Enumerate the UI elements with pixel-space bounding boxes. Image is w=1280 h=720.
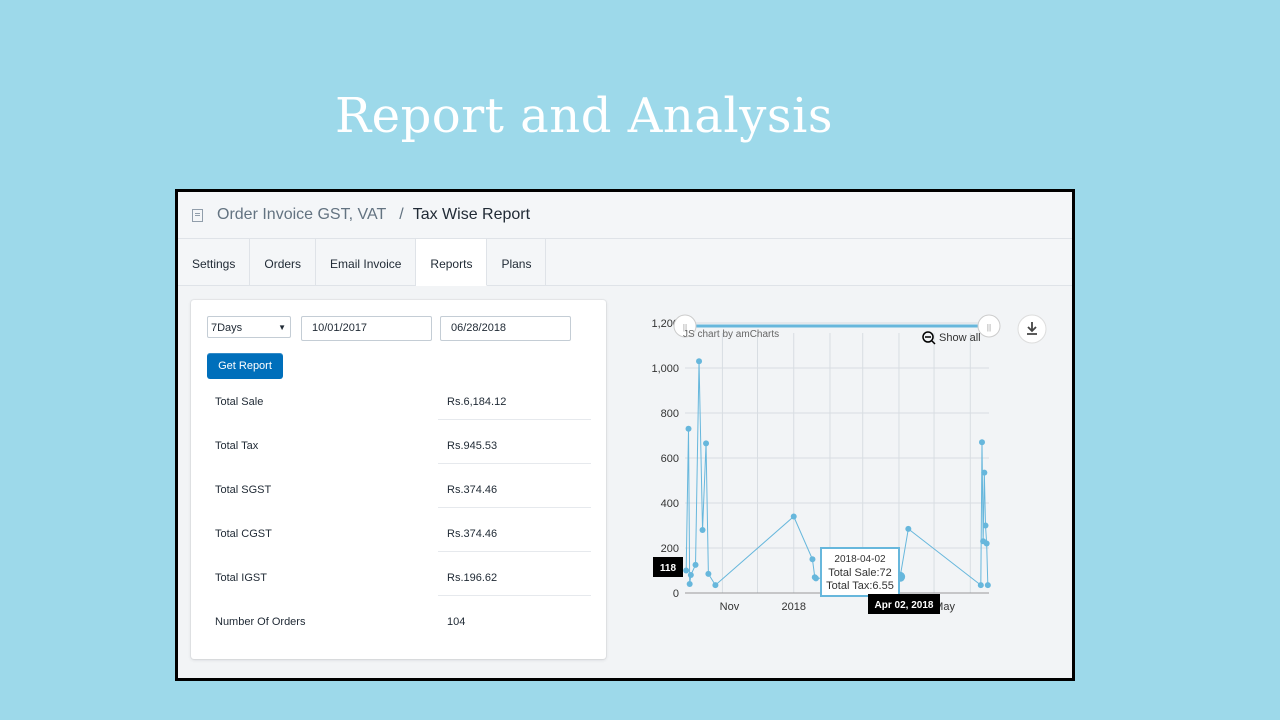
period-select[interactable]: 7Days ▼: [207, 316, 291, 338]
summary-row: Total Sale Rs.6,184.12: [207, 397, 591, 441]
summary-value: Rs.945.53: [447, 440, 498, 452]
summary-row: Total CGST Rs.374.46: [207, 529, 591, 573]
data-point: [812, 575, 819, 582]
divider: [438, 551, 591, 552]
y-tick-label: 600: [661, 453, 679, 465]
data-point: [905, 525, 912, 532]
divider: [438, 595, 591, 596]
app-header: Order Invoice GST, VAT / Tax Wise Report: [178, 192, 1072, 239]
summary-label: Total Sale: [215, 396, 264, 408]
data-point: [981, 469, 988, 476]
data-point: [809, 556, 816, 563]
y-tick-label: 400: [661, 498, 679, 510]
data-point: [705, 570, 712, 577]
data-point: [983, 540, 990, 547]
summary-label: Total IGST: [215, 572, 267, 584]
tab-settings[interactable]: Settings: [178, 239, 251, 285]
summary-label: Number Of Orders: [215, 616, 306, 628]
tooltip-date: 2018-04-02: [834, 554, 886, 565]
summary-label: Total SGST: [215, 484, 272, 496]
y-cursor-label: 118: [660, 563, 677, 574]
data-point: [696, 358, 703, 365]
divider: [438, 507, 591, 508]
data-point: [686, 581, 693, 587]
data-point: [687, 572, 694, 578]
show-all-button: Show all: [939, 332, 981, 344]
y-tick-label: 0: [673, 588, 679, 600]
summary-row: Total IGST Rs.196.62: [207, 573, 591, 617]
page-title: Tax Wise Report: [412, 206, 531, 223]
x-tick-label: Nov: [720, 601, 740, 613]
app-window: Order Invoice GST, VAT / Tax Wise Report…: [175, 189, 1075, 681]
data-point: [790, 513, 797, 520]
tab-bar: Settings Orders Email Invoice Reports Pl…: [178, 239, 1072, 286]
breadcrumb-app[interactable]: Order Invoice GST, VAT: [217, 206, 386, 224]
summary-label: Total Tax: [215, 440, 259, 452]
x-tick-label: 2018: [781, 601, 805, 613]
document-icon: [192, 208, 203, 222]
x-cursor-label: Apr 02, 2018: [875, 600, 934, 611]
data-point: [683, 567, 690, 574]
summary-row: Total Tax Rs.945.53: [207, 441, 591, 485]
period-select-value: 7Days: [211, 322, 243, 334]
data-point: [977, 582, 984, 589]
slide-title: Report and Analysis: [335, 88, 833, 144]
summary-value: Rs.6,184.12: [447, 396, 507, 408]
divider: [438, 419, 591, 420]
to-date-input[interactable]: 06/28/2018: [440, 316, 571, 341]
data-point: [978, 439, 985, 446]
tab-orders[interactable]: Orders: [250, 239, 317, 285]
data-point: [984, 582, 991, 589]
tooltip-sale: Total Sale:72: [828, 567, 892, 579]
tooltip-tax: Total Tax:6.55: [826, 580, 894, 592]
caret-down-icon: ▼: [278, 323, 286, 332]
chart-svg: 02004006008001,0001,200Nov 2018 May|| ||JS …: [651, 314, 1047, 614]
y-tick-label: 800: [661, 408, 679, 420]
tab-plans[interactable]: Plans: [487, 239, 547, 285]
summary-value: 104: [447, 616, 466, 628]
grip-right-icon: ||: [987, 323, 991, 332]
sales-chart: 0 200 400 600 800 1,000 1,200 Nov 2018 May || || JS …: [638, 300, 1058, 630]
data-point: [712, 582, 719, 589]
from-date-input[interactable]: 10/01/2017: [301, 316, 432, 341]
summary-row: Number Of Orders 104: [207, 617, 591, 661]
data-point: [982, 522, 989, 529]
summary-value: Rs.374.46: [447, 528, 498, 540]
summary-label: Total CGST: [215, 528, 272, 540]
summary-row: Total SGST Rs.374.46: [207, 485, 591, 529]
data-point: [699, 527, 706, 533]
tab-email-invoice[interactable]: Email Invoice: [316, 239, 417, 285]
data-point: [703, 440, 710, 447]
get-report-button[interactable]: Get Report: [207, 353, 283, 379]
y-tick-label: 200: [661, 543, 679, 555]
report-card: 7Days ▼ 10/01/2017 06/28/2018 Get Report…: [191, 300, 606, 659]
y-tick-label: 1,000: [651, 363, 679, 375]
summary-value: Rs.196.62: [447, 572, 498, 584]
zoom-out-handle: [931, 340, 936, 345]
tab-reports[interactable]: Reports: [416, 239, 488, 286]
amcharts-credit: JS chart by amCharts: [683, 329, 779, 340]
data-point: [692, 561, 699, 568]
data-point: [685, 425, 692, 432]
breadcrumb-separator: /: [399, 206, 404, 223]
divider: [438, 463, 591, 464]
summary-value: Rs.374.46: [447, 484, 498, 496]
